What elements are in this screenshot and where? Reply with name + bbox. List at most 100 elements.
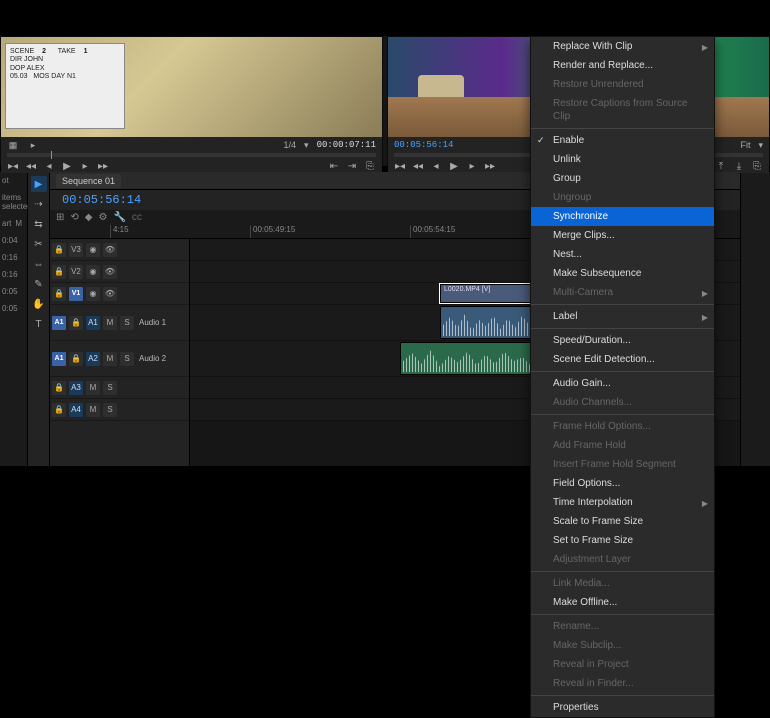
track-header-v2[interactable]: 🔒 V2 ◉ 👁 — [50, 261, 189, 283]
settings-icon[interactable]: ▦ — [7, 139, 19, 151]
timeline-timecode[interactable]: 00:05:56:14 — [56, 191, 147, 209]
menu-item-label[interactable]: Label▶ — [531, 307, 714, 326]
toggle-output-icon[interactable]: ◉ — [86, 243, 100, 257]
snap-toggle-icon[interactable]: ⊞ — [56, 212, 64, 223]
toggle-output-icon[interactable]: ◉ — [86, 265, 100, 279]
solo-icon[interactable]: S — [120, 316, 134, 330]
track-header-v1[interactable]: 🔒 V1 ◉ 👁 — [50, 283, 189, 305]
source-scrubber[interactable] — [7, 153, 376, 157]
export-frame-icon[interactable]: ⎘ — [751, 160, 763, 172]
menu-item-time-interpolation[interactable]: Time Interpolation▶ — [531, 493, 714, 512]
menu-item-group[interactable]: Group — [531, 169, 714, 188]
menu-item-properties[interactable]: Properties — [531, 698, 714, 717]
lock-icon[interactable]: 🔒 — [52, 287, 66, 301]
linked-selection-icon[interactable]: ⟲ — [70, 212, 78, 223]
eye-icon[interactable]: 👁 — [103, 265, 117, 279]
marker-icon[interactable]: ▸ — [27, 139, 39, 151]
col-header-m[interactable]: M — [15, 219, 22, 228]
export-frame-icon[interactable]: ⎘ — [364, 160, 376, 172]
menu-item-render-and-replace[interactable]: Render and Replace... — [531, 56, 714, 75]
lift-icon[interactable]: ⤒ — [715, 160, 727, 172]
menu-item-audio-gain[interactable]: Audio Gain... — [531, 374, 714, 393]
track-tag[interactable]: V1 — [69, 287, 83, 301]
insert-icon[interactable]: ⇤ — [328, 160, 340, 172]
lock-icon[interactable]: 🔒 — [52, 265, 66, 279]
extract-icon[interactable]: ⤓ — [733, 160, 745, 172]
mute-icon[interactable]: M — [103, 316, 117, 330]
clip-context-menu[interactable]: Replace With Clip▶Render and Replace...R… — [530, 36, 715, 718]
menu-item-replace-with-clip[interactable]: Replace With Clip▶ — [531, 37, 714, 56]
wrench-icon[interactable]: 🔧 — [113, 212, 125, 223]
razor-tool[interactable]: ✂ — [31, 236, 47, 252]
track-header-a1[interactable]: A1 🔒 A1 M S Audio 1 — [50, 305, 189, 341]
track-header-a2[interactable]: A1 🔒 A2 M S Audio 2 — [50, 341, 189, 377]
track-header-a3[interactable]: 🔒 A3 M S — [50, 377, 189, 399]
overwrite-icon[interactable]: ⇥ — [346, 160, 358, 172]
play-icon[interactable]: ▶ — [448, 160, 460, 172]
mute-icon[interactable]: M — [86, 381, 100, 395]
caption-track-toggle[interactable]: cc — [132, 212, 142, 223]
menu-item-make-subsequence[interactable]: Make Subsequence — [531, 264, 714, 283]
lock-icon[interactable]: 🔒 — [52, 243, 66, 257]
menu-item-scale-to-frame-size[interactable]: Scale to Frame Size — [531, 512, 714, 531]
mark-in-icon[interactable]: ▸◂ — [394, 160, 406, 172]
track-tag[interactable]: A2 — [86, 352, 100, 366]
track-header-a4[interactable]: 🔒 A4 M S — [50, 399, 189, 421]
menu-item-scene-edit-detection[interactable]: Scene Edit Detection... — [531, 350, 714, 369]
track-source[interactable]: A1 — [52, 352, 66, 366]
menu-item-unlink[interactable]: Unlink — [531, 150, 714, 169]
step-fwd-icon[interactable]: ▸▸ — [97, 160, 109, 172]
selection-tool[interactable]: ▶ — [31, 176, 47, 192]
lock-icon[interactable]: 🔒 — [52, 403, 66, 417]
ripple-edit-tool[interactable]: ⇆ — [31, 216, 47, 232]
mark-in-icon[interactable]: ▸◂ — [7, 160, 19, 172]
solo-icon[interactable]: S — [103, 381, 117, 395]
track-tag[interactable]: V2 — [69, 265, 83, 279]
slip-tool[interactable]: ⇔ — [31, 256, 47, 272]
play-back-icon[interactable]: ◂ — [43, 160, 55, 172]
source-viewer[interactable]: SCENE 2 TAKE 1 DIR JOHN DOP ALEX 05.03 M… — [1, 37, 382, 137]
menu-item-synchronize[interactable]: Synchronize — [531, 207, 714, 226]
track-select-tool[interactable]: ⇢ — [31, 196, 47, 212]
col-header-start[interactable]: art — [2, 219, 11, 228]
play-back-icon[interactable]: ◂ — [430, 160, 442, 172]
solo-icon[interactable]: S — [103, 403, 117, 417]
eye-icon[interactable]: 👁 — [103, 243, 117, 257]
menu-item-set-to-frame-size[interactable]: Set to Frame Size — [531, 531, 714, 550]
menu-item-field-options[interactable]: Field Options... — [531, 474, 714, 493]
play-fwd-icon[interactable]: ▸ — [79, 160, 91, 172]
step-back-icon[interactable]: ◂◂ — [412, 160, 424, 172]
project-tab[interactable]: ot — [2, 176, 25, 185]
solo-icon[interactable]: S — [120, 352, 134, 366]
menu-item-make-offline[interactable]: Make Offline... — [531, 593, 714, 612]
track-tag[interactable]: A4 — [69, 403, 83, 417]
lock-icon[interactable]: 🔒 — [52, 381, 66, 395]
track-tag[interactable]: A3 — [69, 381, 83, 395]
type-tool[interactable]: T — [31, 316, 47, 332]
menu-item-nest[interactable]: Nest... — [531, 245, 714, 264]
toggle-output-icon[interactable]: ◉ — [86, 287, 100, 301]
source-zoom[interactable]: 1/4 — [284, 140, 297, 150]
track-source[interactable]: A1 — [52, 316, 66, 330]
track-header-v3[interactable]: 🔒 V3 ◉ 👁 — [50, 239, 189, 261]
mute-icon[interactable]: M — [86, 403, 100, 417]
hand-tool[interactable]: ✋ — [31, 296, 47, 312]
play-fwd-icon[interactable]: ▸ — [466, 160, 478, 172]
program-zoom[interactable]: Fit — [740, 140, 750, 150]
step-fwd-icon[interactable]: ▸▸ — [484, 160, 496, 172]
menu-item-merge-clips[interactable]: Merge Clips... — [531, 226, 714, 245]
track-tag[interactable]: A1 — [86, 316, 100, 330]
pen-tool[interactable]: ✎ — [31, 276, 47, 292]
play-icon[interactable]: ▶ — [61, 160, 73, 172]
settings-icon[interactable]: ⚙ — [98, 212, 107, 223]
menu-item-enable[interactable]: Enable✓ — [531, 131, 714, 150]
lock-icon[interactable]: 🔒 — [69, 316, 83, 330]
track-tag[interactable]: V3 — [69, 243, 83, 257]
step-back-icon[interactable]: ◂◂ — [25, 160, 37, 172]
sequence-tab[interactable]: Sequence 01 — [56, 174, 121, 188]
eye-icon[interactable]: 👁 — [103, 287, 117, 301]
lock-icon[interactable]: 🔒 — [69, 352, 83, 366]
mute-icon[interactable]: M — [103, 352, 117, 366]
menu-item-speed-duration[interactable]: Speed/Duration... — [531, 331, 714, 350]
marker-add-icon[interactable]: ◆ — [85, 212, 93, 223]
